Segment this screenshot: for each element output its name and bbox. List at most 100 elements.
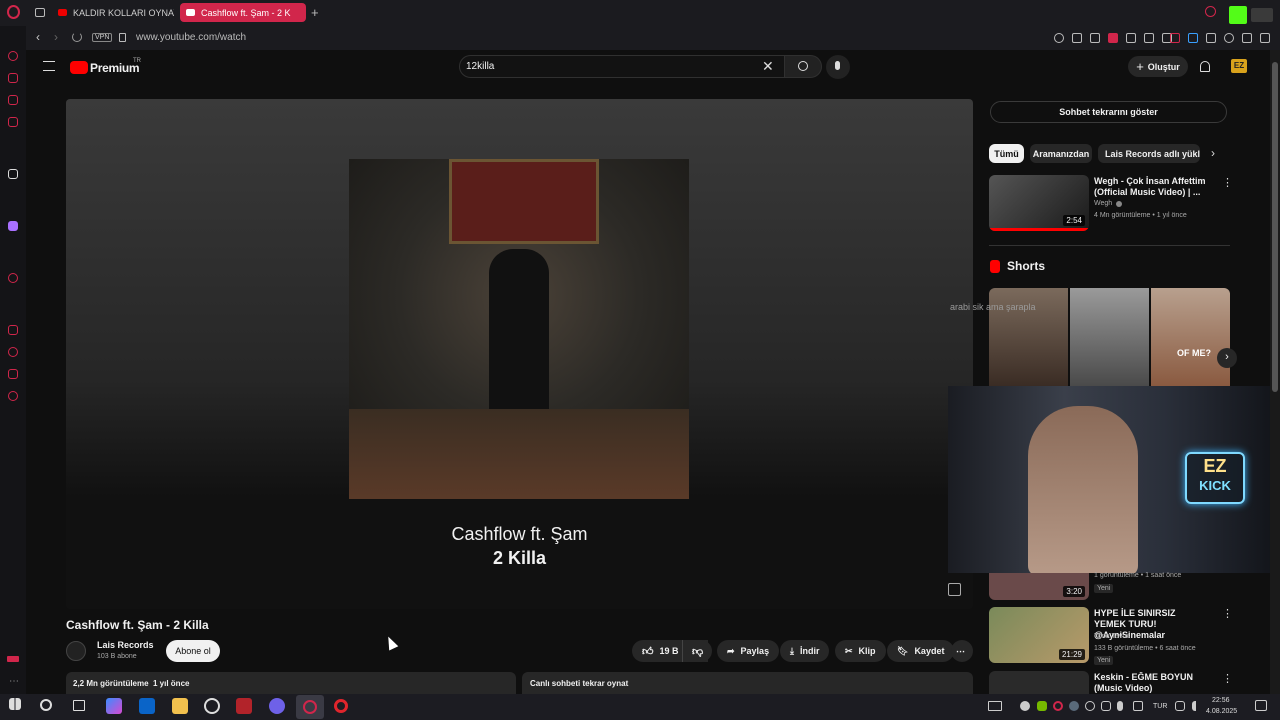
clear-search-icon[interactable]: ✕ xyxy=(762,58,774,75)
search-tabs-icon[interactable] xyxy=(1205,6,1216,17)
tab-kaldir-kollari[interactable]: KALDIR KOLLARI OYNAYA xyxy=(52,3,174,22)
save-button[interactable]: 🔖︎ Kaydet xyxy=(887,640,955,662)
tray-app-icon[interactable] xyxy=(1101,701,1111,711)
tray-nvidia-icon[interactable] xyxy=(1037,701,1047,711)
chat-replay-box[interactable]: Canlı sohbeti tekrar oynat xyxy=(522,672,973,694)
chip-all[interactable]: Tümü xyxy=(989,144,1024,163)
tray-steam-icon[interactable] xyxy=(1069,701,1079,711)
mail-icon[interactable] xyxy=(8,117,18,127)
clip-button[interactable]: ✂ Klip xyxy=(835,640,886,662)
extensions-icon[interactable] xyxy=(1206,33,1216,43)
voice-search-button[interactable] xyxy=(826,55,850,79)
history-icon[interactable] xyxy=(8,347,18,357)
shorts-next-button[interactable]: › xyxy=(1217,348,1237,368)
page-scrollbar[interactable] xyxy=(1270,50,1280,694)
address-bar[interactable]: www.youtube.com/watch xyxy=(136,32,246,43)
messenger-icon[interactable] xyxy=(8,95,18,105)
settings-icon[interactable] xyxy=(8,391,18,401)
tab-cashflow[interactable]: Cashflow ft. Şam - 2 K xyxy=(180,3,306,22)
share-button[interactable]: ➦ Paylaş xyxy=(717,640,780,662)
recommendation-title[interactable]: Keskin - EĞME BOYUN (Music Video) xyxy=(1094,672,1206,694)
menu-icon[interactable] xyxy=(1260,33,1270,43)
dislike-button[interactable]: 👎︎ xyxy=(682,640,712,662)
kick-extension-icon[interactable] xyxy=(1229,6,1247,24)
chip-from-search[interactable]: Aramanızdan xyxy=(1030,144,1092,163)
reload-icon[interactable] xyxy=(72,32,82,42)
search-icon[interactable] xyxy=(40,699,52,711)
download-button[interactable]: ⤓ İndir xyxy=(780,640,830,662)
opera-gx-taskbar-icon[interactable] xyxy=(296,695,324,719)
keyboard-icon[interactable] xyxy=(988,701,1002,711)
create-button[interactable]: + Oluştur xyxy=(1128,56,1188,77)
audio-extension-icon[interactable] xyxy=(1170,33,1180,43)
video-player[interactable]: Cashflow ft. Şam 2 Killa xyxy=(66,99,973,609)
recommendation-title[interactable]: Wegh - Çok İnsan Affettim (Official Musi… xyxy=(1094,176,1206,198)
recommendation-menu-icon[interactable]: ⋮ xyxy=(1222,176,1233,189)
obs-icon[interactable] xyxy=(204,698,220,714)
new-tab-button[interactable]: + xyxy=(311,5,319,20)
pin-icon[interactable] xyxy=(1072,33,1082,43)
avatar[interactable]: EZ xyxy=(1231,59,1247,73)
recommendation-channel[interactable]: Tuna Tavus xyxy=(1094,633,1130,640)
heart-icon[interactable] xyxy=(1126,33,1136,43)
file-explorer-icon[interactable] xyxy=(172,698,188,714)
recommendation-menu-icon[interactable]: ⋮ xyxy=(1222,607,1233,620)
recommendation-menu-icon[interactable]: ⋮ xyxy=(1222,672,1233,685)
sidebar-more-icon[interactable]: ⋯ xyxy=(9,676,19,687)
recommendation-thumbnail[interactable]: 2:54 xyxy=(989,175,1089,231)
pinboard-icon[interactable] xyxy=(8,325,18,335)
tray-opera-icon[interactable] xyxy=(1053,701,1063,711)
tray-mic-icon[interactable] xyxy=(1117,701,1123,711)
recommendation-thumbnail[interactable]: 21:29 xyxy=(989,607,1089,663)
profile-icon[interactable] xyxy=(1224,33,1234,43)
description-box[interactable]: 2,2 Mn görüntüleme 1 yıl önce xyxy=(66,672,516,694)
hamburger-menu-icon[interactable] xyxy=(43,61,55,71)
more-actions-button[interactable]: ⋯ xyxy=(951,640,973,662)
outlook-icon[interactable] xyxy=(139,698,155,714)
workspace-icon[interactable] xyxy=(8,73,18,83)
recommendation-thumbnail[interactable] xyxy=(989,671,1089,694)
opera-taskbar-icon[interactable] xyxy=(334,699,348,713)
subscribe-button[interactable]: Abone ol xyxy=(166,640,220,662)
shield-icon[interactable] xyxy=(1108,33,1118,43)
voicemeeter-icon[interactable] xyxy=(236,698,252,714)
recommendation-thumbnail[interactable]: 3:20 xyxy=(989,573,1089,600)
zoom-icon[interactable] xyxy=(1054,33,1064,43)
copilot-icon[interactable] xyxy=(106,698,122,714)
notifications-bell-icon[interactable] xyxy=(1200,61,1210,72)
clock-time[interactable]: 22:56 xyxy=(1212,697,1230,704)
task-view-icon[interactable] xyxy=(73,700,85,711)
youtube-logo-icon[interactable] xyxy=(70,61,88,74)
channel-name[interactable]: Lais Records xyxy=(97,640,154,650)
show-chat-replay-button[interactable]: Sohbet tekrarını göster xyxy=(990,101,1227,123)
scrollbar-thumb[interactable] xyxy=(1272,62,1278,392)
tray-app-icon[interactable] xyxy=(1085,701,1095,711)
tab-manager-icon[interactable] xyxy=(35,8,45,17)
aria-icon[interactable] xyxy=(8,51,18,61)
youtube-logo-text[interactable]: Premium xyxy=(90,61,140,75)
recommendation-channel[interactable]: Wegh xyxy=(1094,200,1112,207)
snapshot-icon[interactable] xyxy=(1090,33,1100,43)
chips-next-icon[interactable]: › xyxy=(1211,146,1215,160)
opera-logo-icon[interactable] xyxy=(7,5,20,19)
clock-date[interactable]: 4.08.2025 xyxy=(1206,708,1237,715)
twitch-icon[interactable] xyxy=(8,221,18,231)
player-icon[interactable] xyxy=(8,273,18,283)
vpn-badge[interactable]: VPN xyxy=(92,33,113,42)
search-input[interactable] xyxy=(466,59,756,74)
language-indicator[interactable]: TUR xyxy=(1153,703,1167,710)
forward-icon[interactable]: › xyxy=(54,30,58,44)
tiktok-icon[interactable] xyxy=(8,169,18,179)
discord-app-icon[interactable] xyxy=(269,698,285,714)
tray-app-icon[interactable] xyxy=(1133,701,1143,711)
channel-watermark-icon[interactable] xyxy=(948,583,961,596)
volume-icon[interactable] xyxy=(1192,701,1202,711)
play-icon[interactable] xyxy=(1144,33,1154,43)
short-thumbnail[interactable] xyxy=(1070,288,1149,386)
notifications-icon[interactable] xyxy=(1255,700,1267,711)
start-icon[interactable] xyxy=(9,698,21,710)
network-icon[interactable] xyxy=(1175,701,1185,711)
chip-lais-records[interactable]: Lais Records adlı yükleyici xyxy=(1098,144,1200,163)
translate-extension-icon[interactable] xyxy=(1188,33,1198,43)
short-thumbnail[interactable]: OF ME? xyxy=(1151,288,1230,386)
